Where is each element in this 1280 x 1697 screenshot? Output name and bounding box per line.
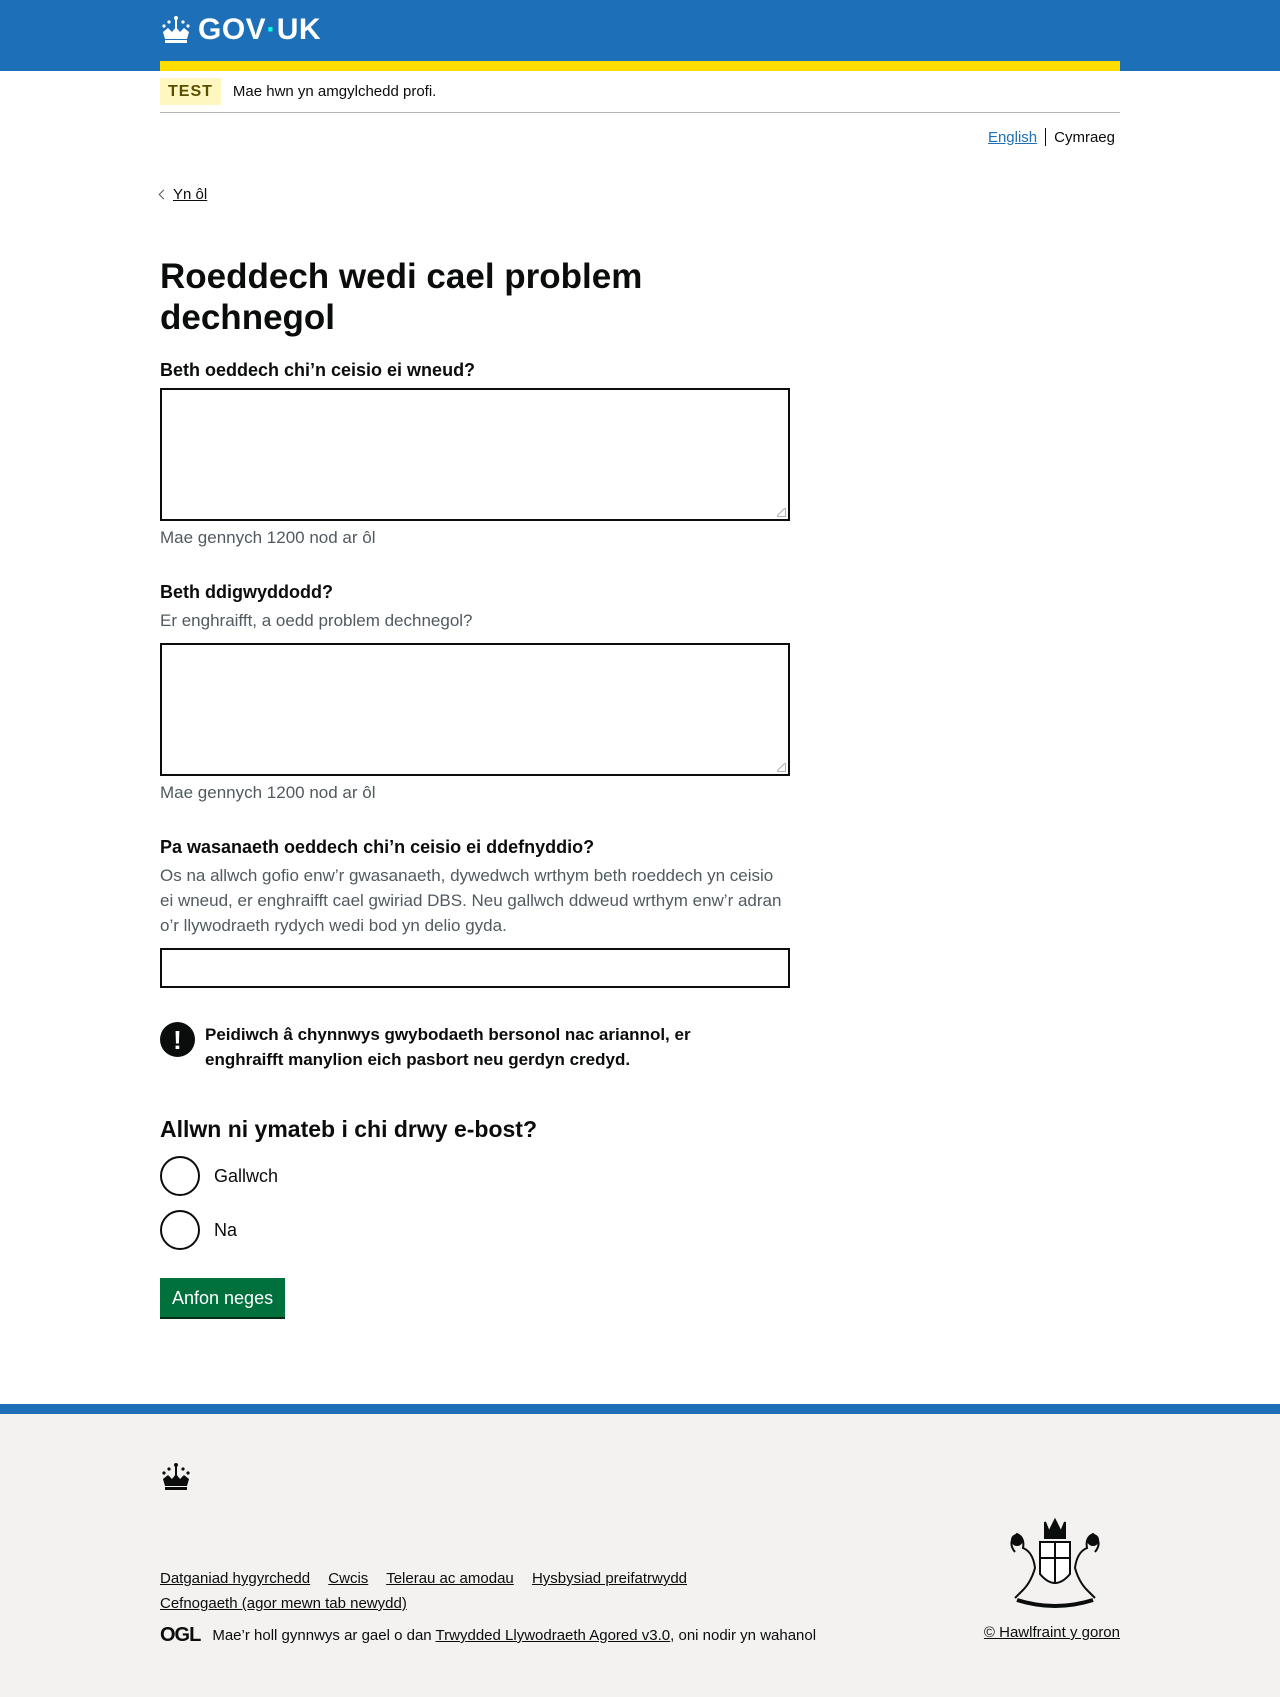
footer-links: Datganiad hygyrchedd Cwcis Telerau ac am… bbox=[160, 1566, 780, 1616]
warning-message: Peidiwch â chynnwys gwybodaeth bersonol … bbox=[205, 1025, 691, 1069]
send-message-button[interactable]: Anfon neges bbox=[160, 1278, 286, 1317]
q1-textarea[interactable] bbox=[160, 388, 790, 521]
q3-hint: Os na allwch gofio enw’r gwasanaeth, dyw… bbox=[160, 866, 782, 935]
phase-banner: TEST Mae hwn yn amgylchedd profi. bbox=[160, 71, 1120, 113]
ogl-logo-icon: OGL bbox=[160, 1624, 201, 1646]
radio-yes-label[interactable]: Gallwch bbox=[214, 1166, 278, 1187]
exclamation-icon: ! bbox=[160, 1022, 195, 1057]
site-footer: Datganiad hygyrchedd Cwcis Telerau ac am… bbox=[0, 1404, 1280, 1697]
copyright: © Hawlfraint y goron bbox=[984, 1624, 1120, 1641]
footer-link-cookies[interactable]: Cwcis bbox=[328, 1570, 368, 1587]
q3-label: Pa wasanaeth oeddech chi’n ceisio ei dde… bbox=[160, 837, 595, 857]
q2-character-count: Mae gennych 1200 nod ar ôl bbox=[160, 783, 376, 802]
email-question-heading: Allwn ni ymateb i chi drwy e-bost? bbox=[160, 1116, 537, 1142]
licence-text: Mae’r holl gynnwys ar gael o dan Trwydde… bbox=[212, 1627, 817, 1644]
chevron-left-icon bbox=[158, 189, 169, 200]
footer-link-terms[interactable]: Telerau ac amodau bbox=[386, 1570, 514, 1587]
page-title: Roeddech wedi cael problem dechnegol bbox=[160, 257, 643, 337]
q2-textarea[interactable] bbox=[160, 643, 790, 776]
copyright-link[interactable]: © Hawlfraint y goron bbox=[984, 1624, 1120, 1641]
footer-crown-icon bbox=[160, 1462, 192, 1497]
q1-character-count: Mae gennych 1200 nod ar ôl bbox=[160, 528, 376, 547]
q2-label: Beth ddigwyddodd? bbox=[160, 582, 333, 602]
main-content: Roeddech wedi cael problem dechnegol Bet… bbox=[160, 256, 790, 1317]
logo-text: GOV·UK bbox=[198, 13, 322, 46]
radio-no-label[interactable]: Na bbox=[214, 1220, 237, 1241]
phase-text: Mae hwn yn amgylchedd profi. bbox=[232, 83, 437, 100]
royal-coat-of-arms-icon bbox=[995, 1512, 1115, 1612]
licence-link[interactable]: Trwydded Llywodraeth Agored v3.0 bbox=[436, 1627, 671, 1644]
language-divider bbox=[1045, 128, 1047, 146]
phase-tag: TEST bbox=[160, 78, 221, 105]
crown-icon bbox=[160, 15, 192, 45]
site-header: GOV·UK bbox=[0, 0, 1280, 71]
radio-option-yes[interactable]: Gallwch bbox=[160, 1156, 790, 1196]
language-cymraeg-current: Cymraeg bbox=[1054, 128, 1115, 146]
radio-yes-input[interactable] bbox=[160, 1156, 200, 1196]
govuk-logo-link[interactable]: GOV·UK bbox=[160, 12, 321, 48]
footer-licence: OGL Mae’r holl gynnwys ar gael o dan Trw… bbox=[160, 1624, 816, 1647]
footer-link-privacy[interactable]: Hysbysiad preifatrwydd bbox=[532, 1570, 687, 1587]
q2-hint: Er enghraifft, a oedd problem dechnegol? bbox=[160, 611, 473, 630]
footer-link-support[interactable]: Cefnogaeth (agor mewn tab newydd) bbox=[160, 1595, 407, 1612]
header-stripe bbox=[160, 61, 1120, 71]
radio-option-no[interactable]: Na bbox=[160, 1210, 790, 1250]
header-container: GOV·UK bbox=[160, 0, 1120, 71]
language-switcher: English Cymraeg bbox=[988, 128, 1115, 146]
q1-label: Beth oeddech chi’n ceisio ei wneud? bbox=[160, 360, 476, 380]
back-link[interactable]: Yn ôl bbox=[158, 186, 208, 203]
back-link-text: Yn ôl bbox=[173, 186, 208, 203]
language-english-link[interactable]: English bbox=[988, 129, 1037, 146]
radio-no-input[interactable] bbox=[160, 1210, 200, 1250]
q3-service-input[interactable] bbox=[160, 948, 790, 988]
submit-row: Anfon neges bbox=[160, 1278, 790, 1317]
footer-link-accessibility[interactable]: Datganiad hygyrchedd bbox=[160, 1570, 310, 1587]
warning-text: ! Peidiwch â chynnwys gwybodaeth bersono… bbox=[160, 1022, 790, 1072]
